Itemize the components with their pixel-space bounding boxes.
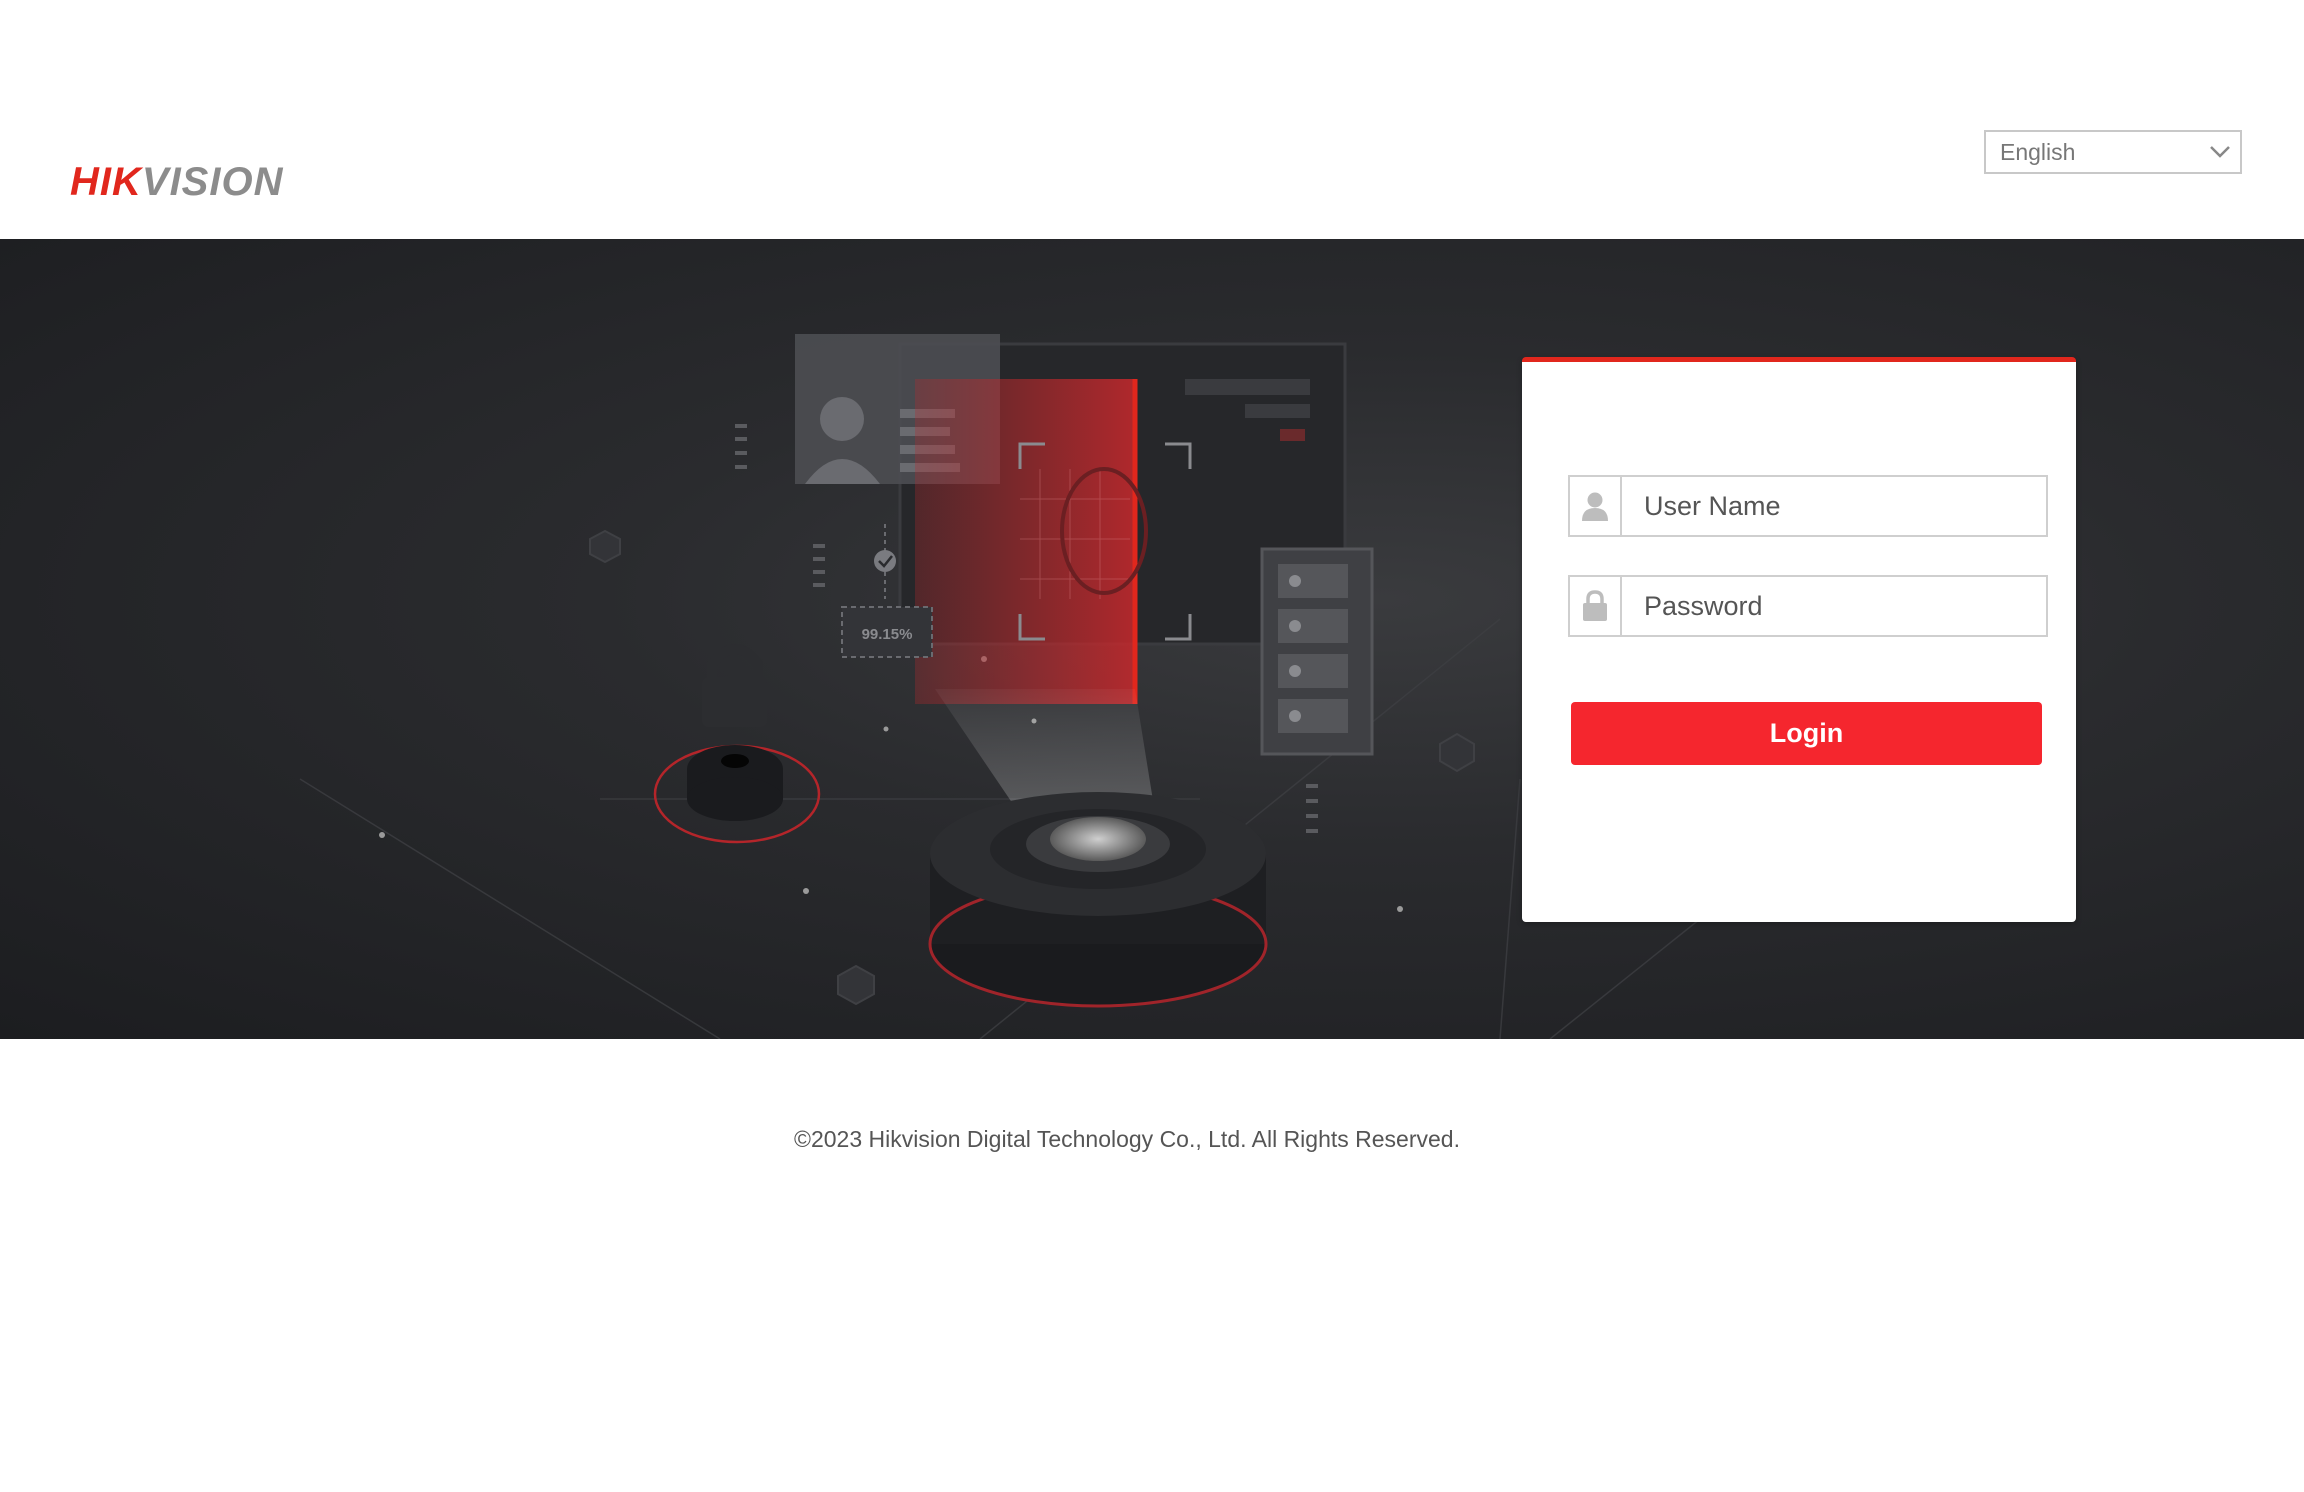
header: HIKVISION English xyxy=(0,0,2304,239)
language-select[interactable]: English xyxy=(1984,130,2242,174)
login-button[interactable]: Login xyxy=(1571,702,2042,765)
copyright-text: ©2023 Hikvision Digital Technology Co., … xyxy=(794,1126,1460,1152)
logo-part-hik: HIK xyxy=(70,160,142,204)
chevron-down-icon xyxy=(2200,132,2240,172)
lock-icon xyxy=(1570,577,1622,635)
hero-banner: 99.15% User Name Login xyxy=(0,239,2304,1039)
logo-part-vision: VISION xyxy=(141,160,284,204)
footer: ©2023 Hikvision Digital Technology Co., … xyxy=(0,1039,2304,1492)
username-input[interactable] xyxy=(1622,477,2046,535)
username-field xyxy=(1568,475,2048,537)
user-icon xyxy=(1570,477,1622,535)
language-selected-label: English xyxy=(2000,138,2076,165)
hikvision-logo: HIKVISION xyxy=(70,160,283,205)
password-field xyxy=(1568,575,2048,637)
login-page: HIKVISION English 99.15% User Name Login… xyxy=(0,0,2304,1492)
password-input[interactable] xyxy=(1622,577,2046,635)
login-card: Login xyxy=(1522,357,2076,922)
confidence-score: 99.15% xyxy=(862,626,913,643)
